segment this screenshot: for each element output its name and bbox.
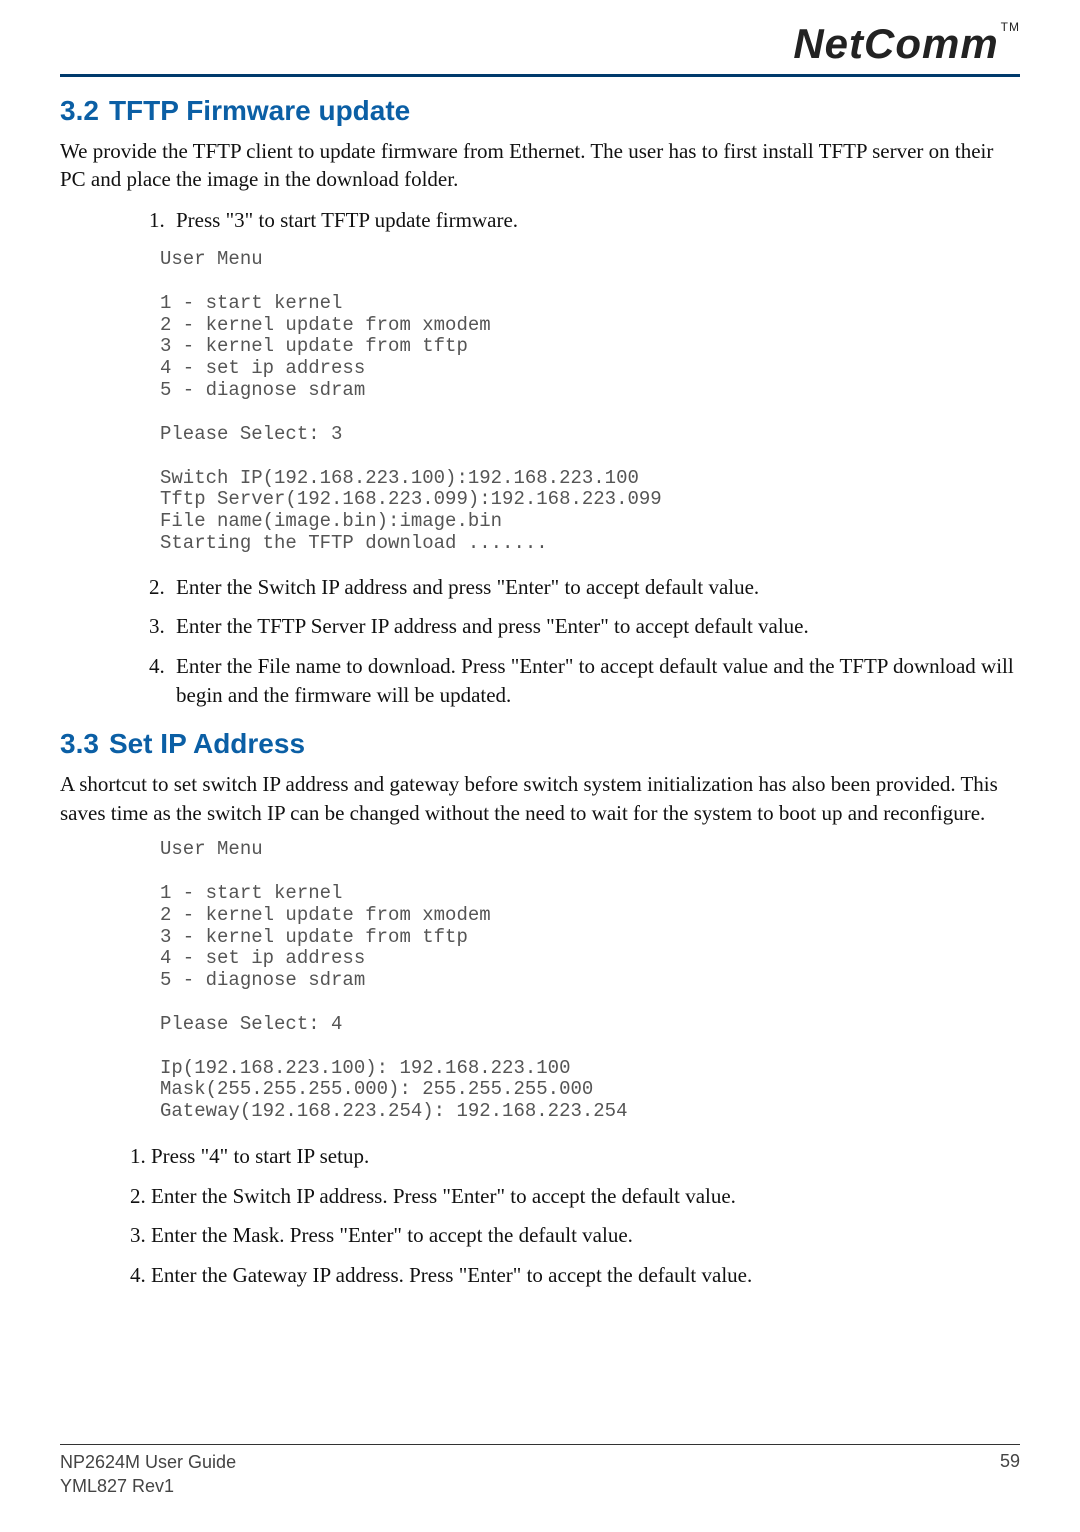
brand-trademark: TM <box>1001 20 1020 34</box>
section-3-3-heading: 3.3 Set IP Address <box>60 728 1020 760</box>
section-3-2-intro: We provide the TFTP client to update fir… <box>60 137 1020 194</box>
brand-name: NetComm <box>793 20 998 67</box>
header-rule <box>60 74 1020 77</box>
section-3-3-number: 3.3 <box>60 728 99 759</box>
footer-page-number: 59 <box>1000 1451 1020 1472</box>
section-3-3-terminal: User Menu 1 - start kernel 2 - kernel up… <box>160 839 1020 1123</box>
footer-guide: NP2624M User Guide <box>60 1451 236 1474</box>
section-3-2-step-1: Press "3" to start TFTP update firmware. <box>170 206 1020 235</box>
section-3-3-steps: 1. Press "4" to start IP setup. 2. Enter… <box>60 1141 1020 1291</box>
section-3-2-title: TFTP Firmware update <box>109 95 410 126</box>
footer-row: NP2624M User Guide YML827 Rev1 59 <box>60 1451 1020 1498</box>
section-3-2-steps-part2: Enter the Switch IP address and press "E… <box>60 573 1020 711</box>
footer-left: NP2624M User Guide YML827 Rev1 <box>60 1451 236 1498</box>
section-3-2-number: 3.2 <box>60 95 99 126</box>
page: NetCommTM 3.2 TFTP Firmware update We pro… <box>0 0 1080 1532</box>
section-3-2-step-4: Enter the File name to download. Press "… <box>170 652 1020 711</box>
section-3-3-title: Set IP Address <box>109 728 305 759</box>
section-3-3-step-4: 4. Enter the Gateway IP address. Press "… <box>60 1260 1020 1292</box>
section-3-3-step-2: 2. Enter the Switch IP address. Press "E… <box>60 1181 1020 1213</box>
section-3-2-heading: 3.2 TFTP Firmware update <box>60 95 1020 127</box>
section-3-2-steps-part1: Press "3" to start TFTP update firmware. <box>60 206 1020 235</box>
section-3-2-step-3: Enter the TFTP Server IP address and pre… <box>170 612 1020 641</box>
section-3-3-intro: A shortcut to set switch IP address and … <box>60 770 1020 827</box>
brand-logo: NetCommTM <box>793 20 1020 68</box>
section-3-3-step-3: 3. Enter the Mask. Press "Enter" to acce… <box>60 1220 1020 1252</box>
section-3-3-step-1: 1. Press "4" to start IP setup. <box>60 1141 1020 1173</box>
footer-rule <box>60 1444 1020 1445</box>
section-3-2-terminal: User Menu 1 - start kernel 2 - kernel up… <box>160 249 1020 555</box>
footer-rev: YML827 Rev1 <box>60 1475 236 1498</box>
page-footer: NP2624M User Guide YML827 Rev1 59 <box>60 1444 1020 1498</box>
section-3-2-step-2: Enter the Switch IP address and press "E… <box>170 573 1020 602</box>
